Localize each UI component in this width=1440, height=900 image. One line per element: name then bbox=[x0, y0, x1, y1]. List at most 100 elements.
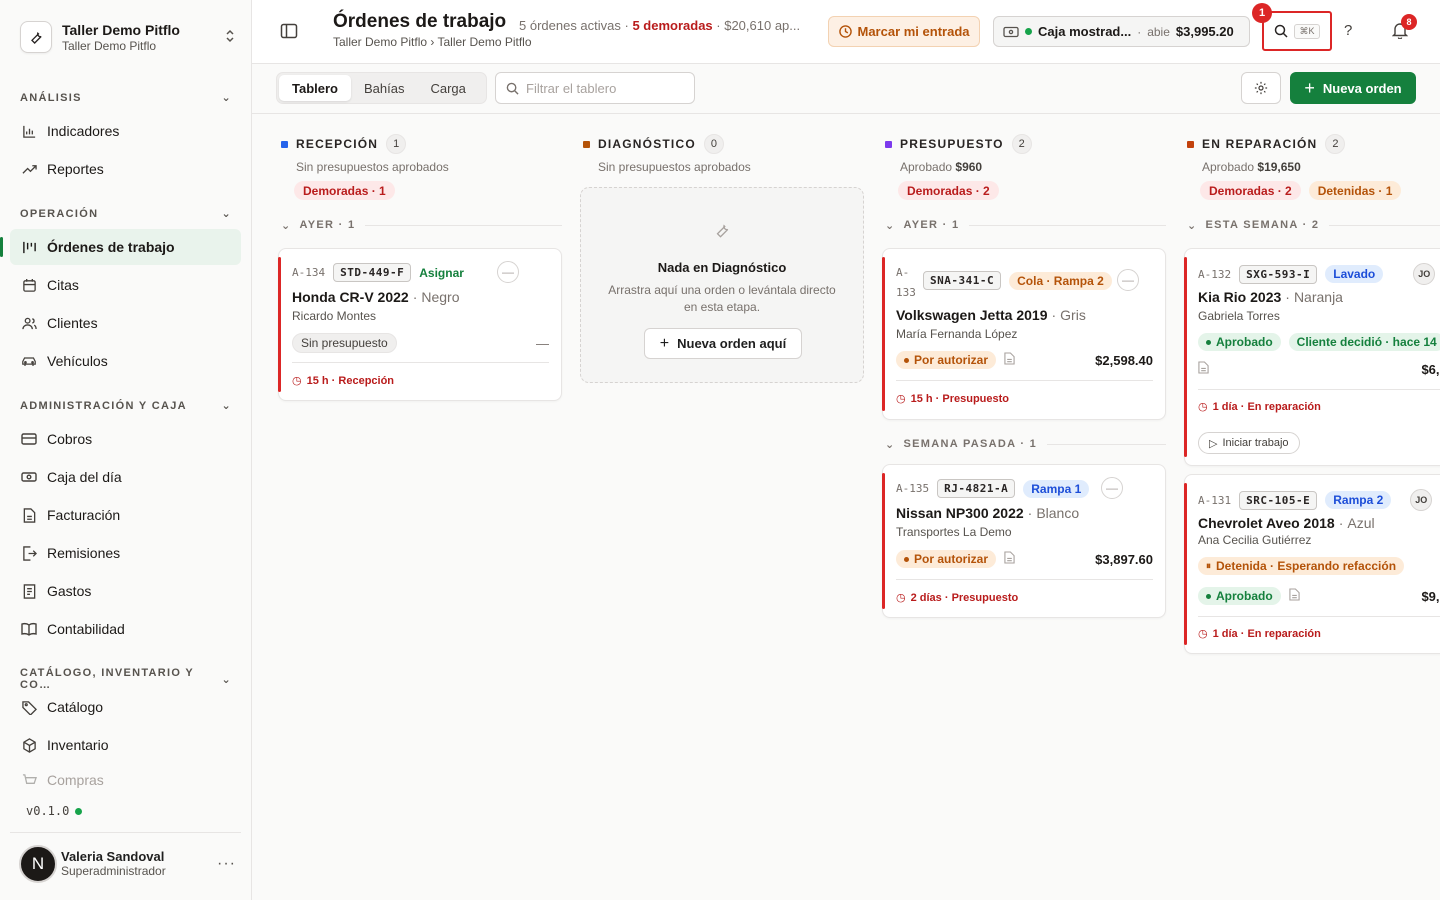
group-header[interactable]: ⌄ AYER · 1 bbox=[882, 218, 1166, 232]
sidebar-item-contabilidad[interactable]: Contabilidad bbox=[10, 611, 241, 647]
sidebar-item-facturacion[interactable]: Facturación bbox=[10, 497, 241, 533]
elapsed-time: 1 día · En reparación bbox=[1212, 400, 1321, 413]
sidebar-item-label: Indicadores bbox=[47, 123, 120, 139]
sidebar-item-label: Citas bbox=[47, 277, 79, 293]
sidebar-item-remisiones[interactable]: Remisiones bbox=[10, 535, 241, 571]
assign-link[interactable]: Asignar bbox=[419, 266, 464, 280]
sidebar-item-inventario[interactable]: Inventario bbox=[10, 727, 241, 763]
sidebar-item-compras[interactable]: Compras bbox=[10, 765, 241, 795]
check-in-label: Marcar mi entrada bbox=[857, 24, 970, 39]
order-id-prefix: A- bbox=[896, 266, 910, 279]
unassigned-avatar-icon[interactable]: — bbox=[497, 261, 519, 283]
late-filter-chip[interactable]: Demoradas · 1 bbox=[294, 181, 395, 200]
empty-dropzone[interactable]: Nada en Diagnóstico Arrastra aquí una or… bbox=[580, 187, 864, 383]
empty-title: Nada en Diagnóstico bbox=[657, 260, 787, 275]
sidebar-item-gastos[interactable]: Gastos bbox=[10, 573, 241, 609]
column-presupuesto: PRESUPUESTO 2 Aprobado $960 Demoradas · 2… bbox=[882, 132, 1166, 232]
license-plate: STD-449-F bbox=[333, 263, 412, 282]
sidebar-toggle-icon[interactable] bbox=[280, 22, 300, 42]
unassigned-avatar-icon[interactable]: — bbox=[1101, 477, 1123, 499]
order-card-a132[interactable]: A-132 SXG-593-I Lavado JO Kia Rio 2023 · N… bbox=[1184, 248, 1440, 466]
tab-bahias[interactable]: Bahías bbox=[351, 75, 417, 101]
late-filter-chip[interactable]: Demoradas · 2 bbox=[898, 181, 999, 200]
sidebar-item-catalogo[interactable]: Catálogo bbox=[10, 689, 241, 725]
summary-label: Aprobado bbox=[1202, 160, 1255, 174]
elapsed-time: 15 h · Recepción bbox=[306, 374, 395, 387]
sidebar-item-reportes[interactable]: Reportes bbox=[10, 151, 241, 187]
section-analisis[interactable]: ANÁLISIS ⌄ bbox=[20, 91, 232, 105]
cash-register-button[interactable]: Caja mostrad... · abie $3,995.20 bbox=[993, 16, 1250, 47]
chevron-down-icon: ⌄ bbox=[281, 219, 292, 232]
order-card-a134[interactable]: A-134 STD-449-F Asignar — Honda CR-V 202… bbox=[278, 248, 562, 401]
sidebar-item-indicadores[interactable]: Indicadores bbox=[10, 113, 241, 149]
technician-avatar[interactable]: JO bbox=[1413, 263, 1436, 285]
version-label: v0.1.0 bbox=[26, 804, 83, 818]
late-filter-chip[interactable]: Demoradas · 2 bbox=[1200, 181, 1301, 200]
sidebar-item-caja[interactable]: Caja del día bbox=[10, 459, 241, 495]
search-icon bbox=[1275, 24, 1289, 38]
bar-chart-icon bbox=[20, 122, 38, 140]
more-icon[interactable]: ··· bbox=[217, 855, 241, 873]
car-icon bbox=[20, 352, 38, 370]
unassigned-avatar-icon[interactable]: — bbox=[1117, 269, 1139, 291]
document-icon[interactable] bbox=[1004, 551, 1015, 567]
receipt-icon bbox=[20, 582, 38, 600]
workspace-switcher[interactable]: Taller Demo Pitflo Taller Demo Pitflo bbox=[20, 17, 242, 57]
on-hold-badge: Detenida · Esperando refacción bbox=[1216, 559, 1397, 573]
view-tabs: Tablero Bahías Carga bbox=[276, 72, 487, 104]
sidebar-item-vehiculos[interactable]: Vehículos bbox=[10, 343, 241, 379]
on-hold-filter-chip[interactable]: Detenidas · 1 bbox=[1308, 181, 1402, 200]
sidebar-item-label: Remisiones bbox=[47, 545, 121, 561]
section-operacion[interactable]: OPERACIÓN ⌄ bbox=[20, 207, 232, 221]
new-order-here-button[interactable]: + Nueva orden aquí bbox=[644, 328, 802, 359]
order-card-a131[interactable]: A-131 SRC-105-E Rampa 2 JO Chevrolet Ave… bbox=[1184, 474, 1440, 654]
sidebar-item-clientes[interactable]: Clientes bbox=[10, 305, 241, 341]
order-id: A- 133 bbox=[896, 263, 916, 303]
search-button[interactable]: ⌘K bbox=[1262, 11, 1332, 51]
chevron-down-icon: ⌄ bbox=[221, 400, 232, 412]
order-id: A-134 bbox=[292, 266, 326, 279]
sidebar-item-citas[interactable]: Citas bbox=[10, 267, 241, 303]
group-header[interactable]: ⌄ ESTA SEMANA · 2 bbox=[1184, 218, 1440, 232]
filter-input[interactable] bbox=[526, 80, 686, 96]
group-header[interactable]: ⌄ SEMANA PASADA · 1 bbox=[882, 437, 1166, 451]
new-order-here-label: Nueva orden aquí bbox=[677, 336, 787, 351]
column-title: PRESUPUESTO bbox=[900, 137, 1004, 151]
help-icon[interactable]: ? bbox=[1344, 22, 1352, 39]
tab-tablero[interactable]: Tablero bbox=[279, 75, 351, 101]
section-catalogo[interactable]: CATÁLOGO, INVENTARIO Y CO… ⌄ bbox=[20, 667, 232, 691]
technician-avatar[interactable]: JO bbox=[1410, 489, 1433, 511]
sidebar: Taller Demo Pitflo Taller Demo Pitflo AN… bbox=[0, 0, 252, 900]
sidebar-item-label: Facturación bbox=[47, 507, 121, 523]
sidebar-item-ordenes[interactable]: Órdenes de trabajo bbox=[0, 229, 241, 265]
sidebar-item-cobros[interactable]: Cobros bbox=[10, 421, 241, 457]
vehicle-name: Kia Rio 2023 bbox=[1198, 289, 1282, 305]
document-icon[interactable] bbox=[1004, 352, 1015, 368]
customer-name: Transportes La Demo bbox=[896, 525, 1012, 539]
new-order-button[interactable]: + Nueva orden bbox=[1290, 72, 1416, 104]
license-plate: SXG-593-I bbox=[1239, 264, 1318, 284]
quote-status-badge: Aprobado bbox=[1216, 335, 1273, 349]
summary-label: Aprobado bbox=[900, 160, 953, 174]
order-card-a133[interactable]: A- 133 SNA-341-C Cola · Rampa 2 — Volkswa… bbox=[882, 248, 1166, 420]
order-total: $2,598.40 bbox=[1095, 352, 1153, 368]
document-icon[interactable] bbox=[1198, 361, 1209, 377]
clock-icon: ◷ bbox=[896, 393, 906, 405]
board-toolbar: Tablero Bahías Carga + Nueva orden bbox=[252, 64, 1440, 114]
order-card-a135[interactable]: A-135 RJ-4821-A Rampa 1 — Nissan NP300 2… bbox=[882, 464, 1166, 618]
tab-carga[interactable]: Carga bbox=[417, 75, 478, 101]
group-header[interactable]: ⌄ AYER · 1 bbox=[278, 218, 562, 232]
user-menu[interactable]: N Valeria Sandoval Superadministrador ··… bbox=[10, 832, 241, 894]
board-settings-button[interactable] bbox=[1241, 72, 1281, 104]
cash-icon bbox=[1003, 26, 1019, 37]
vehicle-name: Nissan NP300 2022 bbox=[896, 505, 1024, 521]
column-title: EN REPARACIÓN bbox=[1202, 137, 1318, 151]
check-in-button[interactable]: Marcar mi entrada bbox=[828, 16, 980, 47]
vehicle-color: Azul bbox=[1347, 515, 1375, 531]
document-icon[interactable] bbox=[1289, 588, 1300, 604]
start-work-button[interactable]: ▷ Iniciar trabajo bbox=[1198, 432, 1300, 454]
clock-icon: ◷ bbox=[292, 375, 302, 387]
users-icon bbox=[20, 314, 38, 332]
breadcrumb[interactable]: Taller Demo Pitflo › Taller Demo Pitflo bbox=[333, 35, 532, 49]
section-administracion[interactable]: ADMINISTRACIÓN Y CAJA ⌄ bbox=[20, 399, 232, 413]
